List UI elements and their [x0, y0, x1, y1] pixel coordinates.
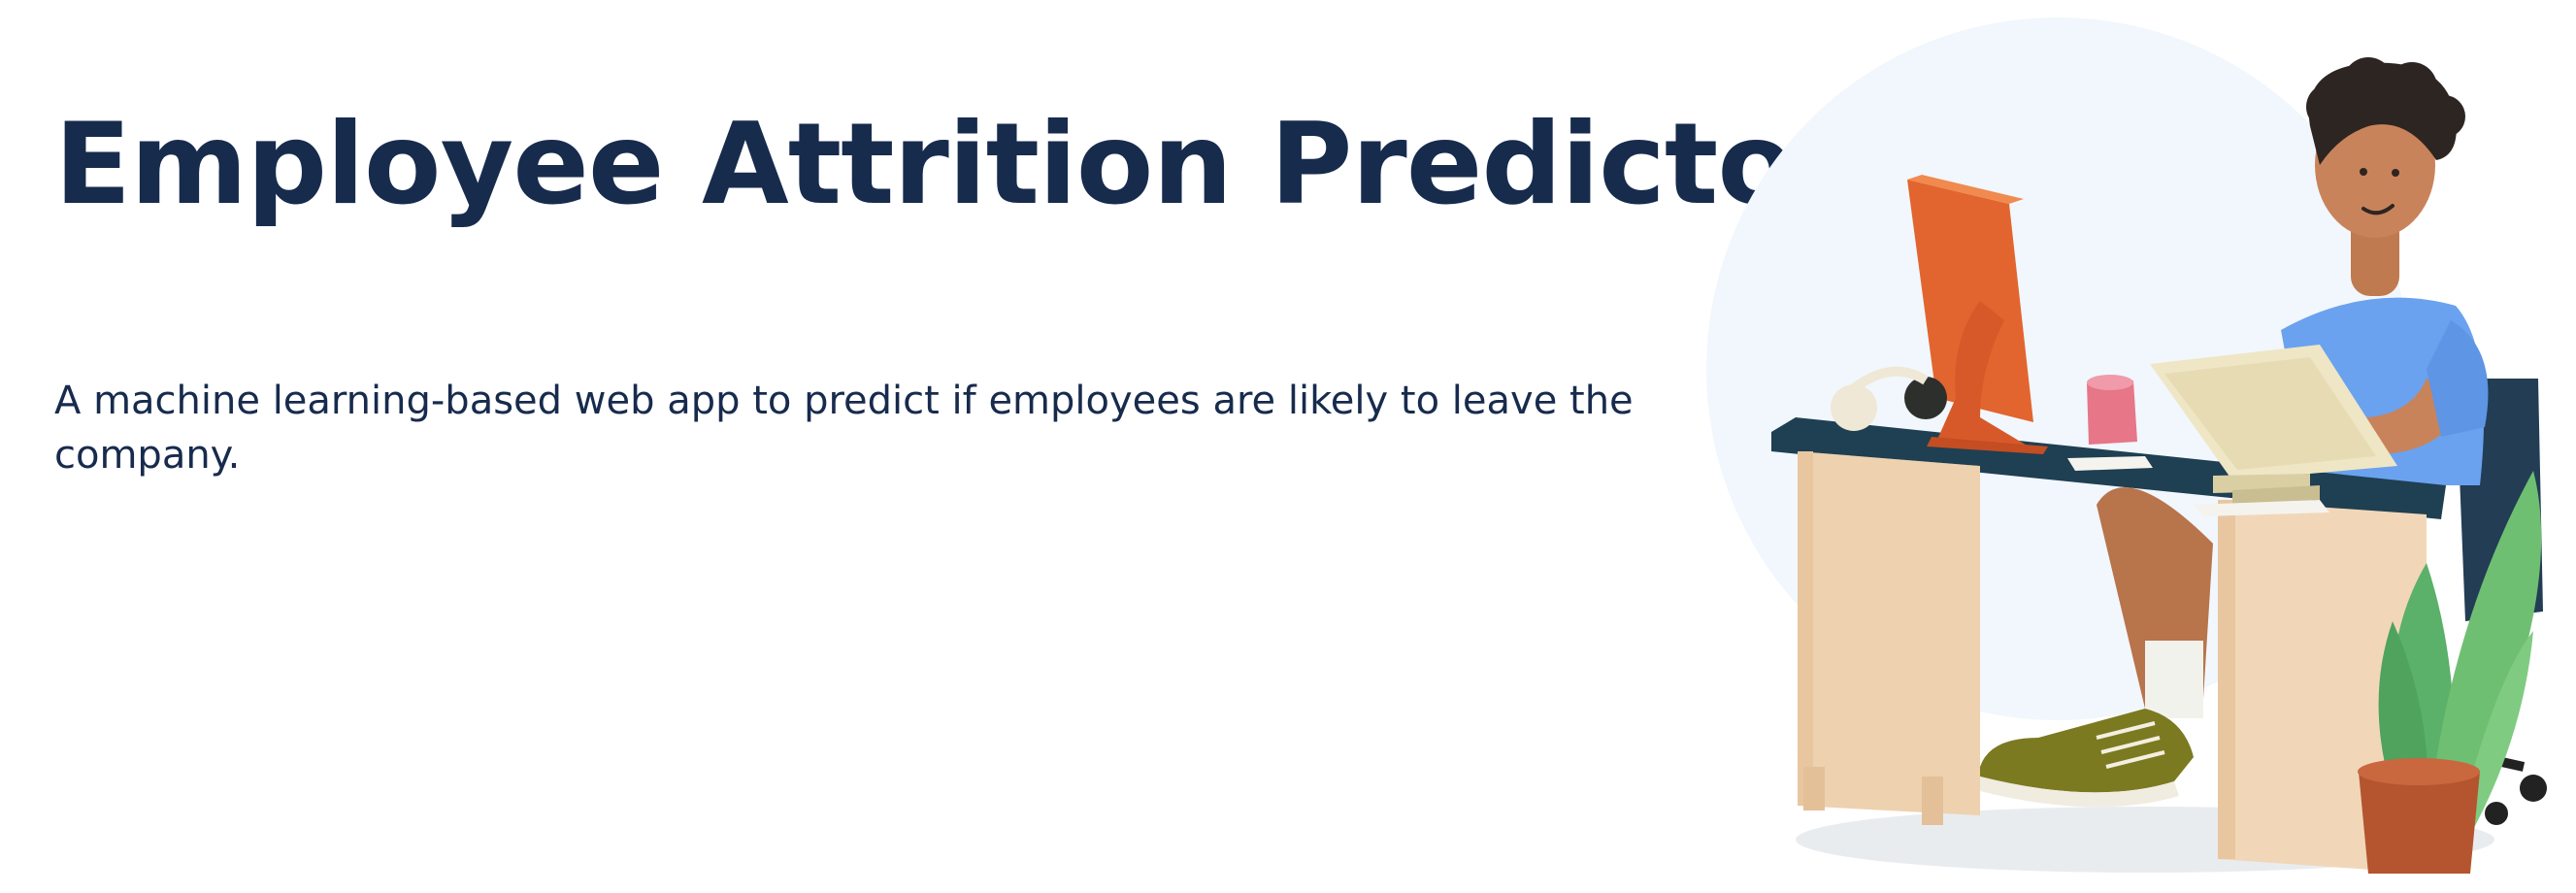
plant-pot	[2359, 772, 2480, 874]
person-shoe	[1980, 709, 2194, 793]
page-subtitle: A machine learning-based web app to pred…	[54, 379, 1634, 478]
headphones-icon	[1831, 384, 1877, 431]
person-at-desk-illustration	[1689, 0, 2576, 893]
hero-text: Employee Attrition Predictor A machine l…	[54, 97, 1849, 478]
hero-section: Employee Attrition Predictor A machine l…	[0, 0, 2576, 893]
page-title: Employee Attrition Predictor	[54, 99, 1849, 230]
